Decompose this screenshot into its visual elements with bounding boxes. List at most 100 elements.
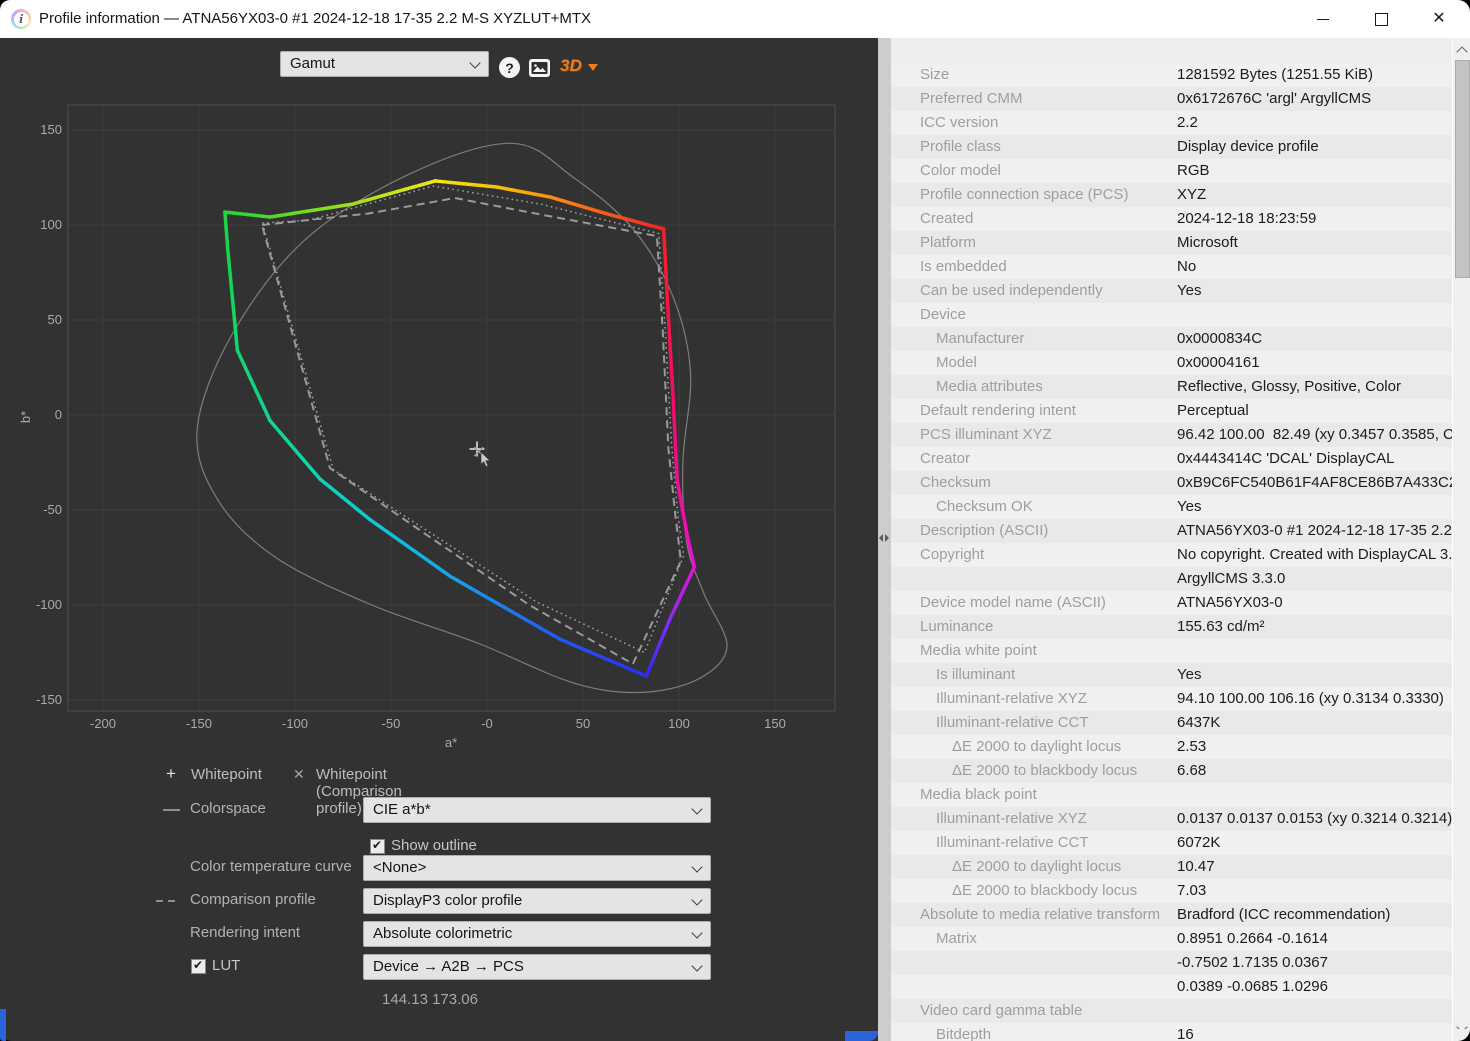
profile-properties-panel[interactable]: Size1281592 Bytes (1251.55 KiB)Preferred… — [891, 38, 1452, 1041]
vertical-scrollbar[interactable] — [1452, 38, 1470, 1041]
save-image-icon[interactable] — [529, 59, 550, 82]
profile-info-app-icon: i — [11, 9, 31, 29]
property-label: ΔE 2000 to blackbody locus — [952, 879, 1137, 903]
window-title: Profile information — ATNA56YX03-0 #1 20… — [39, 10, 591, 27]
property-row: -0.7502 1.7135 0.0367 — [891, 951, 1452, 975]
property-label: PCS illuminant XYZ — [920, 423, 1052, 447]
property-row: Color model RGB — [891, 159, 1452, 183]
property-value: Microsoft — [1177, 231, 1238, 255]
property-label: Size — [920, 63, 949, 87]
property-label: Preferred CMM — [920, 87, 1023, 111]
property-value: 6437K — [1177, 711, 1220, 735]
cursor-coordinates: 144.13 173.06 — [382, 991, 478, 1008]
property-row: Checksum OKYes — [891, 495, 1452, 519]
x-tick-label: -100 — [282, 716, 308, 731]
property-value: 94.10 100.00 106.16 (xy 0.3134 0.3330) — [1177, 687, 1444, 711]
property-row: ΔE 2000 to blackbody locus 7.03 — [891, 879, 1452, 903]
property-value: 2024-12-18 18:23:59 — [1177, 207, 1316, 231]
property-row: Bitdepth16 — [891, 1023, 1452, 1041]
property-value: 0.8951 0.2664 -0.1614 — [1177, 927, 1328, 951]
colorspace-dropdown[interactable]: CIE a*b* — [363, 797, 711, 823]
property-label: Can be used independently — [920, 279, 1103, 303]
scrollbar-thumb[interactable] — [1455, 60, 1470, 278]
property-value: No copyright. Created with DisplayCAL 3.… — [1177, 543, 1452, 567]
dropdown-arrow-icon — [588, 64, 598, 71]
property-row: ΔE 2000 to blackbody locus6.68 — [891, 759, 1452, 783]
property-label: Created — [920, 207, 973, 231]
property-row: ΔE 2000 to daylight locus2.53 — [891, 735, 1452, 759]
property-label: Device model name (ASCII) — [920, 591, 1106, 615]
property-value: 7.03 — [1177, 879, 1206, 903]
property-value: XYZ — [1177, 183, 1206, 207]
property-row: Video card gamma table — [891, 999, 1452, 1023]
property-value: Reflective, Glossy, Positive, Color — [1177, 375, 1401, 399]
property-value: Bradford (ICC recommendation) — [1177, 903, 1390, 927]
minimize-button[interactable] — [1300, 0, 1346, 38]
property-value: 155.63 cd/m² — [1177, 615, 1265, 639]
whitepoint-cross-icon: ✕ — [293, 766, 305, 783]
property-row: Illuminant-relative CCT6072K — [891, 831, 1452, 855]
window-titlebar: i Profile information — ATNA56YX03-0 #1 … — [0, 0, 1470, 38]
y-tick-label: 100 — [40, 217, 62, 232]
property-value: 2.2 — [1177, 111, 1198, 135]
chevron-down-icon — [691, 894, 702, 905]
background-window-sliver — [845, 1031, 878, 1041]
property-row: Creator0x4443414C 'DCAL' DisplayCAL — [891, 447, 1452, 471]
3d-view-button[interactable]: 3D — [560, 56, 598, 76]
property-row: Preferred CMM0x6172676C 'argl' ArgyllCMS — [891, 87, 1452, 111]
property-label: Device — [920, 303, 966, 327]
color-temperature-curve-dropdown[interactable]: <None> — [363, 855, 711, 881]
property-row: Can be used independentlyYes — [891, 279, 1452, 303]
x-tick-label: -50 — [382, 716, 401, 731]
lut-table-dropdown[interactable]: Device → A2B → PCS — [363, 954, 711, 980]
property-row: ICC version2.2 — [891, 111, 1452, 135]
property-value: No — [1177, 255, 1196, 279]
view-dropdown[interactable]: Gamut — [280, 51, 489, 77]
rendering-intent-dropdown[interactable]: Absolute colorimetric — [363, 921, 711, 947]
chevron-down-icon — [691, 803, 702, 814]
scroll-up-button[interactable] — [1453, 40, 1470, 60]
property-label: Copyright — [920, 543, 984, 567]
property-value: ATNA56YX03-0 — [1177, 591, 1283, 615]
property-label: Media white point — [920, 639, 1037, 663]
property-value: 10.47 — [1177, 855, 1215, 879]
property-label: Model — [936, 351, 977, 375]
splitter-grip-icon — [879, 534, 889, 542]
property-value: 0xB9C6FC540B61F4AF8CE86B7A433C2416 — [1177, 471, 1452, 495]
chevron-down-icon — [469, 57, 480, 68]
chevron-down-icon — [691, 927, 702, 938]
property-value: 6072K — [1177, 831, 1220, 855]
property-value: Yes — [1177, 663, 1201, 687]
maximize-button[interactable] — [1358, 0, 1404, 38]
property-label: Matrix — [936, 927, 977, 951]
property-label: Profile connection space (PCS) — [920, 183, 1128, 207]
show-outline-checkbox[interactable] — [370, 839, 385, 854]
lut-checkbox[interactable] — [191, 959, 206, 974]
property-label: Manufacturer — [936, 327, 1024, 351]
colorspace-label: Colorspace — [190, 800, 266, 817]
property-row: Profile connection space (PCS) XYZ — [891, 183, 1452, 207]
property-row: Media white point — [891, 639, 1452, 663]
property-row: Media black point — [891, 783, 1452, 807]
3d-label: 3D — [560, 56, 582, 76]
property-value: 16 — [1177, 1023, 1194, 1041]
y-tick-label: -100 — [36, 597, 62, 612]
property-label: Illuminant-relative CCT — [936, 711, 1089, 735]
property-label: Color model — [920, 159, 1001, 183]
screen-corner — [1456, 0, 1470, 12]
property-value: RGB — [1177, 159, 1210, 183]
property-label: Luminance — [920, 615, 993, 639]
property-label: Creator — [920, 447, 970, 471]
comparison-profile-dropdown[interactable]: DisplayP3 color profile — [363, 888, 711, 914]
y-tick-label: 0 — [55, 407, 62, 422]
help-icon[interactable]: ? — [499, 57, 520, 78]
property-row: Default rendering intentPerceptual — [891, 399, 1452, 423]
property-value: ArgyllCMS 3.3.0 — [1177, 567, 1285, 591]
property-label: Platform — [920, 231, 976, 255]
property-value: ATNA56YX03-0 #1 2024-12-18 17-35 2.2 — [1177, 519, 1452, 543]
chevron-up-icon — [1456, 46, 1467, 57]
lut-table-value: Device → A2B → PCS — [373, 958, 524, 975]
comparison-profile-label: Comparison profile — [190, 891, 316, 908]
panel-splitter[interactable] — [878, 38, 891, 1041]
solid-line-icon — [163, 809, 180, 811]
